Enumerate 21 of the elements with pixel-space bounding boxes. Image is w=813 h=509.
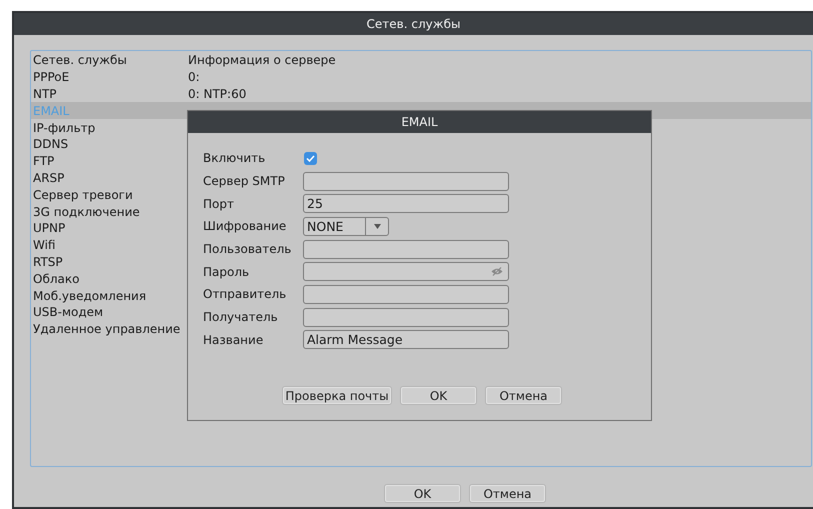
table-cell-text: EMAIL [33,104,70,118]
field-label: Включить [203,151,266,166]
field-label: Сервер SMTP [203,174,286,188]
table-cell-text: NTP [33,86,58,101]
field-label: Получатель [203,310,279,324]
field-label: Пароль [203,264,250,279]
field-label: Пользователь [203,242,292,256]
table-cell: 0: [188,70,200,84]
field-label: Название [203,332,264,347]
field-label: Отправитель [203,287,288,302]
table-cell: 0: NTP:60 [188,86,246,101]
table-cell-text: PPPoE [33,70,70,84]
table-cell-text: Удаленное управление [33,322,182,336]
window-title: Сетев. службы [366,17,460,31]
column-header: Сетев. службы [33,53,128,68]
dialog-title: EMAIL [401,115,438,129]
column-header: Информация о сервере [188,53,336,68]
field-label: Шифрование [203,219,288,234]
table-cell-text: DDNS [33,137,70,152]
table-cell-text: RTSP [33,254,64,269]
field-label: Порт [203,196,235,211]
